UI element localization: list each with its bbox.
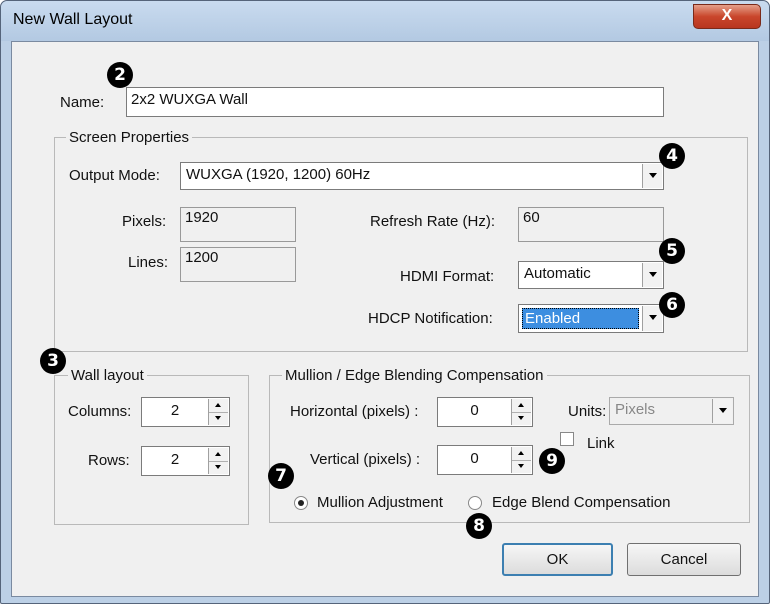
- vertical-pixels-label: Vertical (pixels) :: [310, 451, 421, 468]
- columns-label: Columns:: [68, 403, 132, 420]
- vertical-pixels-stepper[interactable]: 0: [437, 445, 533, 475]
- chevron-down-icon[interactable]: [642, 263, 662, 287]
- columns-spin-buttons: [208, 399, 228, 425]
- mullion-legend: Mullion / Edge Blending Compensation: [282, 367, 547, 384]
- rows-decrement-button[interactable]: [209, 461, 228, 474]
- hdcp-notification-select[interactable]: Enabled: [518, 304, 664, 333]
- window-title: New Wall Layout: [13, 11, 133, 28]
- callout-8-badge: 8: [466, 513, 492, 539]
- callout-2-badge: 2: [107, 62, 133, 88]
- callout-5-badge: 5: [659, 238, 685, 264]
- refresh-rate-value: 60: [518, 207, 664, 242]
- vertical-pixels-value: 0: [470, 450, 479, 467]
- callout-3-badge: 3: [40, 348, 66, 374]
- horizontal-decrement-button[interactable]: [512, 412, 531, 425]
- wall-layout-legend: Wall layout: [68, 367, 147, 384]
- screen-properties-legend: Screen Properties: [66, 129, 193, 146]
- ok-button[interactable]: OK: [502, 543, 613, 576]
- dialog-body: Name: 2x2 WUXGA Wall Screen Properties O…: [11, 41, 759, 597]
- horizontal-spin-buttons: [511, 399, 531, 425]
- name-label: Name:: [60, 94, 105, 111]
- vertical-increment-button[interactable]: [512, 447, 531, 461]
- edge-blend-radio[interactable]: [468, 496, 482, 510]
- rows-stepper[interactable]: 2: [141, 446, 230, 476]
- horizontal-pixels-label: Horizontal (pixels) :: [290, 403, 419, 420]
- columns-increment-button[interactable]: [209, 399, 228, 413]
- output-mode-value: WUXGA (1920, 1200) 60Hz: [186, 166, 371, 183]
- output-mode-select[interactable]: WUXGA (1920, 1200) 60Hz: [180, 162, 664, 190]
- hdmi-format-select[interactable]: Automatic: [518, 261, 664, 289]
- horizontal-increment-button[interactable]: [512, 399, 531, 413]
- horizontal-pixels-value: 0: [470, 402, 479, 419]
- rows-label: Rows:: [88, 452, 130, 469]
- hdmi-format-label: HDMI Format:: [400, 268, 495, 285]
- callout-6-badge: 6: [659, 292, 685, 318]
- hdmi-format-value: Automatic: [524, 265, 591, 282]
- units-label: Units:: [568, 403, 607, 420]
- mullion-adjustment-label: Mullion Adjustment: [317, 494, 443, 511]
- edge-blend-label: Edge Blend Compensation: [492, 494, 671, 511]
- link-checkbox[interactable]: [560, 432, 574, 446]
- pixels-label: Pixels:: [122, 213, 167, 230]
- title-bar[interactable]: New Wall Layout X: [1, 1, 769, 41]
- lines-value: 1200: [180, 247, 296, 282]
- mullion-adjustment-radio[interactable]: [294, 496, 308, 510]
- rows-increment-button[interactable]: [209, 448, 228, 462]
- chevron-down-icon[interactable]: [642, 164, 662, 188]
- callout-9-badge: 9: [539, 448, 565, 474]
- hdcp-notification-value: Enabled: [522, 308, 639, 329]
- close-button[interactable]: X: [693, 4, 761, 29]
- link-label: Link: [587, 435, 615, 452]
- hdcp-notification-label: HDCP Notification:: [368, 310, 493, 327]
- lines-label: Lines:: [128, 254, 169, 271]
- columns-decrement-button[interactable]: [209, 412, 228, 425]
- vertical-decrement-button[interactable]: [512, 460, 531, 473]
- rows-value: 2: [170, 451, 180, 468]
- callout-7-badge: 7: [268, 463, 294, 489]
- units-select[interactable]: Pixels: [609, 397, 734, 425]
- horizontal-pixels-stepper[interactable]: 0: [437, 397, 533, 427]
- chevron-down-icon[interactable]: [712, 399, 732, 423]
- cancel-button[interactable]: Cancel: [627, 543, 741, 576]
- dialog-window: New Wall Layout X Name: 2x2 WUXGA Wall S…: [0, 0, 770, 604]
- callout-4-badge: 4: [659, 143, 685, 169]
- name-input[interactable]: 2x2 WUXGA Wall: [126, 87, 664, 117]
- columns-stepper[interactable]: 2: [141, 397, 230, 427]
- output-mode-label: Output Mode:: [69, 167, 160, 184]
- pixels-value: 1920: [180, 207, 296, 242]
- vertical-spin-buttons: [511, 447, 531, 473]
- columns-value: 2: [170, 402, 180, 419]
- units-value: Pixels: [615, 401, 656, 418]
- rows-spin-buttons: [208, 448, 228, 474]
- refresh-rate-label: Refresh Rate (Hz):: [370, 213, 496, 230]
